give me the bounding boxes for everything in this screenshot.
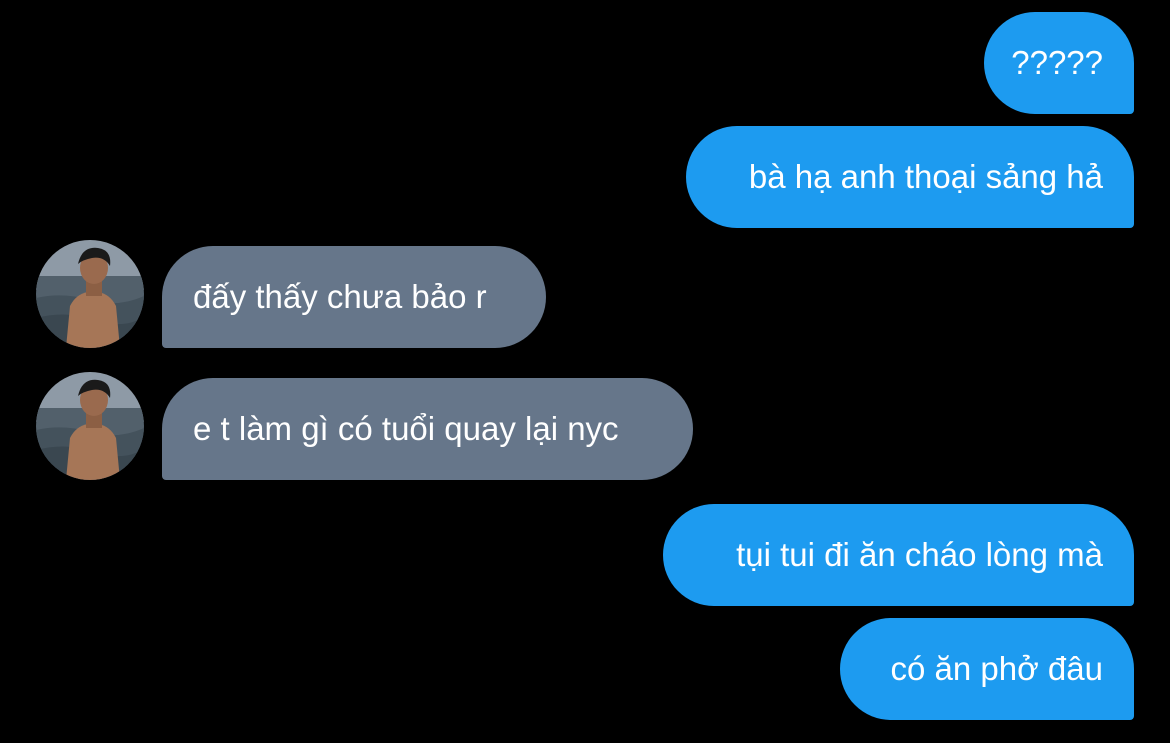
- message-text: tụi tui đi ăn cháo lòng mà: [736, 536, 1103, 573]
- message-text: đấy thấy chưa bảo r: [193, 278, 487, 315]
- avatar-photo: [36, 372, 144, 480]
- message-text: e t làm gì có tuổi quay lại nyc: [193, 410, 619, 447]
- message-text: bà hạ anh thoại sảng hả: [748, 158, 1103, 195]
- message-bubble-sent[interactable]: có ăn phở đâu: [840, 618, 1134, 720]
- message-bubble-sent[interactable]: bà hạ anh thoại sảng hả: [686, 126, 1134, 228]
- message-bubble-received[interactable]: đấy thấy chưa bảo r: [162, 246, 546, 348]
- message-bubble-received[interactable]: e t làm gì có tuổi quay lại nyc: [162, 378, 693, 480]
- avatar-photo: [36, 240, 144, 348]
- contact-avatar[interactable]: [36, 372, 144, 480]
- contact-avatar[interactable]: [36, 240, 144, 348]
- message-text: có ăn phở đâu: [890, 650, 1103, 687]
- message-bubble-sent[interactable]: tụi tui đi ăn cháo lòng mà: [663, 504, 1134, 606]
- message-text: ?????: [1011, 44, 1103, 81]
- message-bubble-sent[interactable]: ?????: [984, 12, 1134, 114]
